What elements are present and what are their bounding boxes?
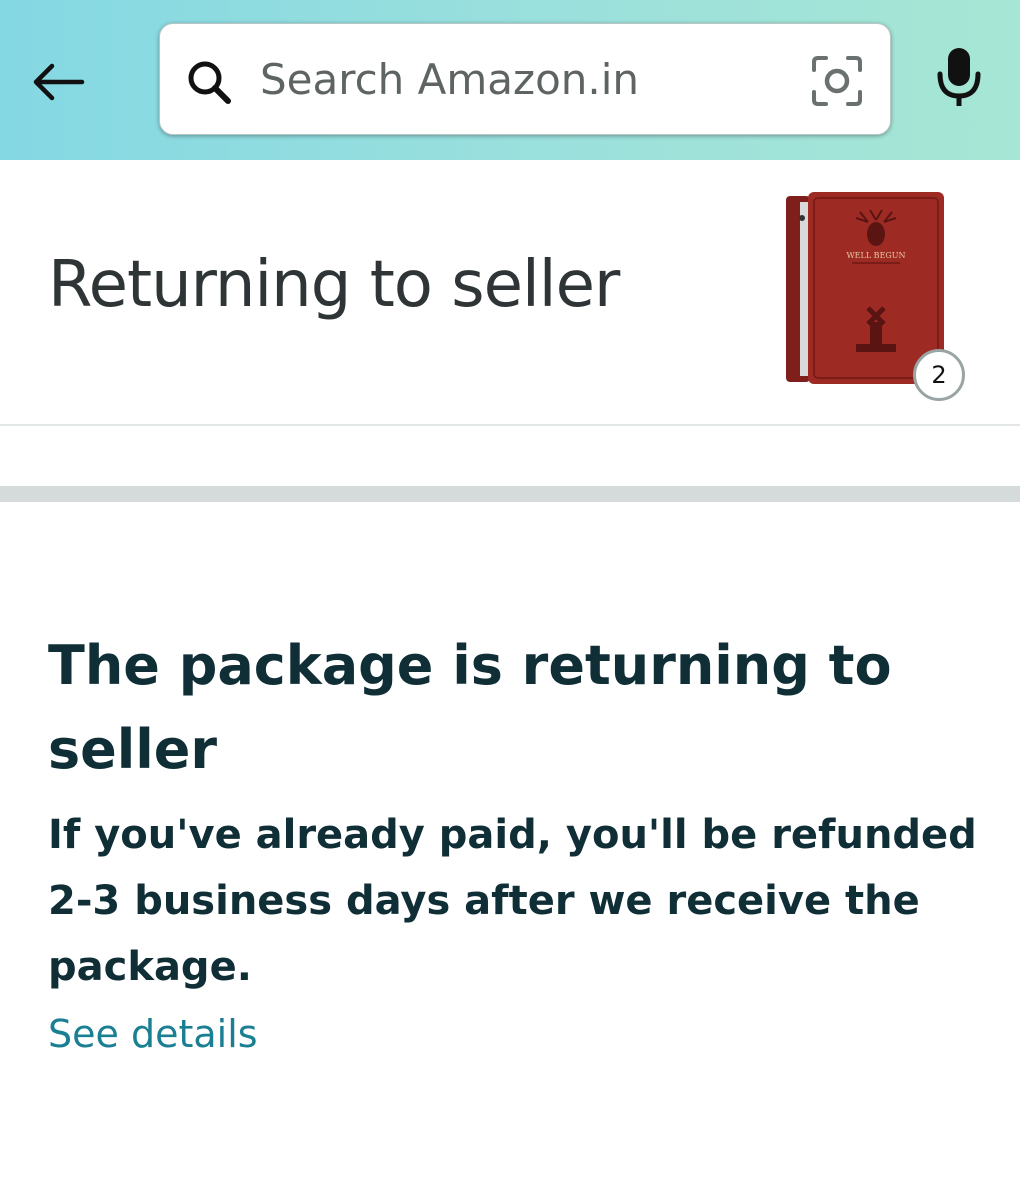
camera-icon[interactable] bbox=[810, 54, 864, 108]
item-count-badge: 2 bbox=[913, 349, 965, 401]
back-button[interactable] bbox=[26, 50, 90, 114]
microphone-icon bbox=[937, 48, 981, 106]
shipment-status-title: Returning to seller bbox=[48, 248, 620, 322]
search-bar[interactable] bbox=[159, 23, 891, 135]
search-icon bbox=[188, 61, 231, 104]
return-message-section: The package is returning to seller If yo… bbox=[48, 624, 988, 1056]
refund-info-text: If you've already paid, you'll be refund… bbox=[48, 812, 977, 990]
section-divider bbox=[0, 486, 1020, 502]
return-message-heading: The package is returning to seller bbox=[48, 634, 892, 781]
see-details-link[interactable]: See details bbox=[48, 1012, 258, 1056]
arrow-left-icon bbox=[33, 63, 85, 101]
top-navigation-bar bbox=[0, 0, 1020, 160]
svg-text:WELL BEGUN: WELL BEGUN bbox=[846, 251, 905, 260]
shipment-status-section: Returning to seller WELL BEGUN 2 bbox=[0, 160, 1020, 426]
search-input[interactable] bbox=[260, 46, 780, 112]
voice-search-button[interactable] bbox=[928, 42, 994, 122]
